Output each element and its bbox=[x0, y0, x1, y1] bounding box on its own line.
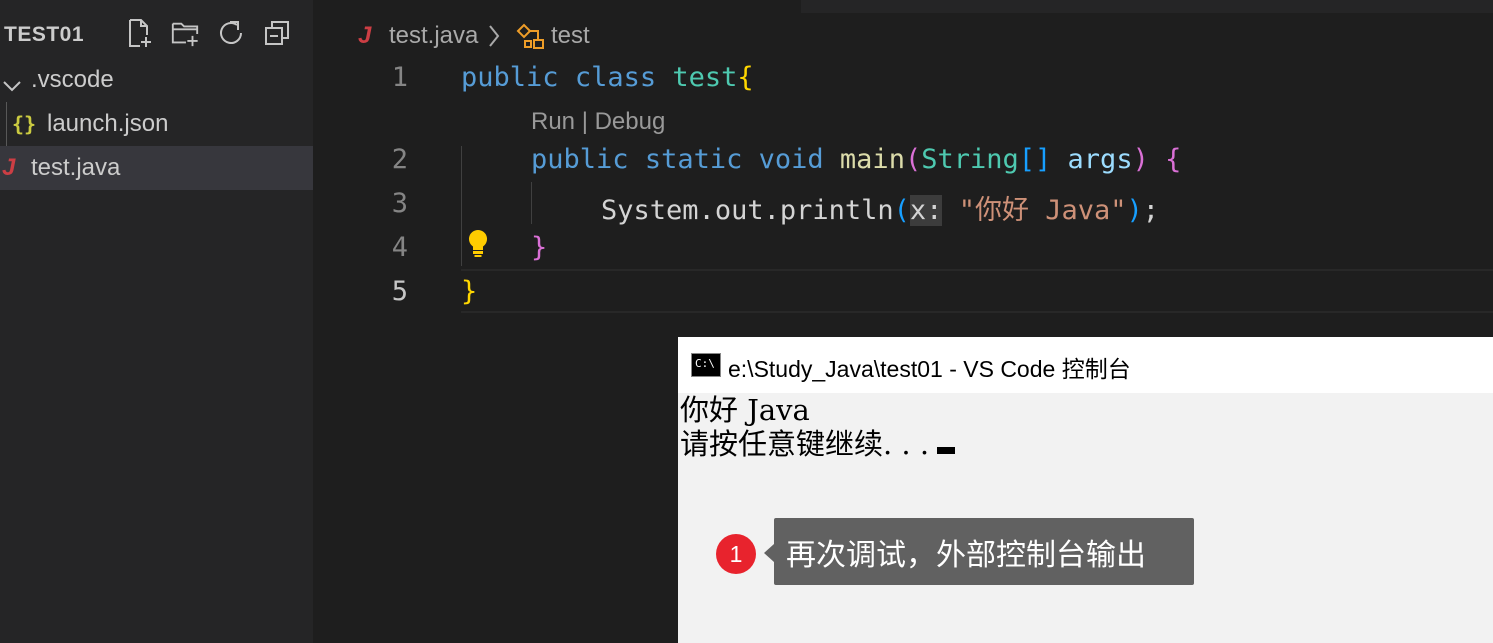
line-number: 1 bbox=[391, 62, 408, 93]
line-number: 2 bbox=[391, 144, 408, 175]
callout-text: 再次调试，外部控制台输出 bbox=[774, 518, 1194, 585]
breadcrumb: J test.java test bbox=[313, 14, 1493, 58]
tree-folder-vscode[interactable]: .vscode bbox=[0, 58, 313, 102]
line-number: 5 bbox=[391, 276, 408, 307]
text-cursor bbox=[937, 447, 956, 454]
code-line-2: public static void main(String[] args) { bbox=[531, 144, 1182, 175]
console-line: 你好 Java bbox=[680, 393, 810, 427]
chevron-right-icon bbox=[487, 24, 501, 55]
code-line-5: } bbox=[461, 276, 478, 307]
cmd-icon: C:\ bbox=[691, 353, 721, 377]
folder-label: .vscode bbox=[31, 66, 114, 93]
console-output: 你好 Java 请按任意键继续. . . bbox=[680, 393, 956, 461]
parameter-hint: x: bbox=[909, 195, 943, 226]
new-file-icon[interactable] bbox=[124, 18, 154, 48]
chevron-down-icon bbox=[2, 72, 22, 100]
code-line-1: public class test{ bbox=[461, 62, 754, 93]
explorer-actions bbox=[124, 18, 292, 48]
breadcrumb-file[interactable]: test.java bbox=[389, 22, 478, 50]
tab-test-java[interactable] bbox=[313, 0, 801, 13]
indent-guide bbox=[6, 102, 7, 146]
breadcrumb-symbol[interactable]: test bbox=[551, 22, 590, 50]
editor-tab-bar bbox=[313, 0, 1493, 13]
indent-guide bbox=[461, 146, 462, 266]
console-title: e:\Study_Java\test01 - VS Code 控制台 bbox=[728, 356, 1131, 382]
code-line-3: System.out.println(x: "你好 Java"); bbox=[601, 195, 1160, 226]
step-badge: 1 bbox=[716, 534, 756, 574]
explorer-header: TEST01 bbox=[0, 0, 313, 58]
collapse-all-icon[interactable] bbox=[262, 18, 292, 48]
java-file-icon: J bbox=[358, 22, 372, 49]
new-folder-icon[interactable] bbox=[170, 18, 200, 48]
explorer-title: TEST01 bbox=[4, 23, 85, 46]
refresh-icon[interactable] bbox=[216, 18, 246, 48]
external-console-window[interactable]: C:\ e:\Study_Java\test01 - VS Code 控制台 你… bbox=[678, 337, 1493, 643]
current-line-highlight bbox=[461, 269, 1493, 313]
lightbulb-icon[interactable] bbox=[465, 228, 491, 265]
callout-arrow bbox=[764, 544, 774, 562]
code-line-4: } bbox=[531, 232, 548, 263]
tree-item-launch-json[interactable]: {} launch.json bbox=[0, 102, 313, 146]
console-line: 请按任意键继续. . . bbox=[680, 427, 956, 461]
line-number: 3 bbox=[391, 188, 408, 219]
file-label: launch.json bbox=[47, 110, 169, 137]
line-number: 4 bbox=[391, 232, 408, 263]
class-symbol-icon bbox=[516, 22, 546, 57]
indent-guide bbox=[531, 182, 532, 224]
file-label: test.java bbox=[31, 154, 121, 181]
console-title-bar[interactable]: C:\ e:\Study_Java\test01 - VS Code 控制台 bbox=[678, 337, 1493, 393]
tree-item-test-java[interactable]: J test.java bbox=[0, 146, 313, 190]
json-file-icon: {} bbox=[12, 112, 37, 136]
java-file-icon: J bbox=[2, 154, 16, 181]
explorer-sidebar: TEST01 .vscode {} launch.json J test.jav… bbox=[0, 0, 313, 643]
codelens-run-debug[interactable]: Run | Debug bbox=[531, 108, 665, 136]
